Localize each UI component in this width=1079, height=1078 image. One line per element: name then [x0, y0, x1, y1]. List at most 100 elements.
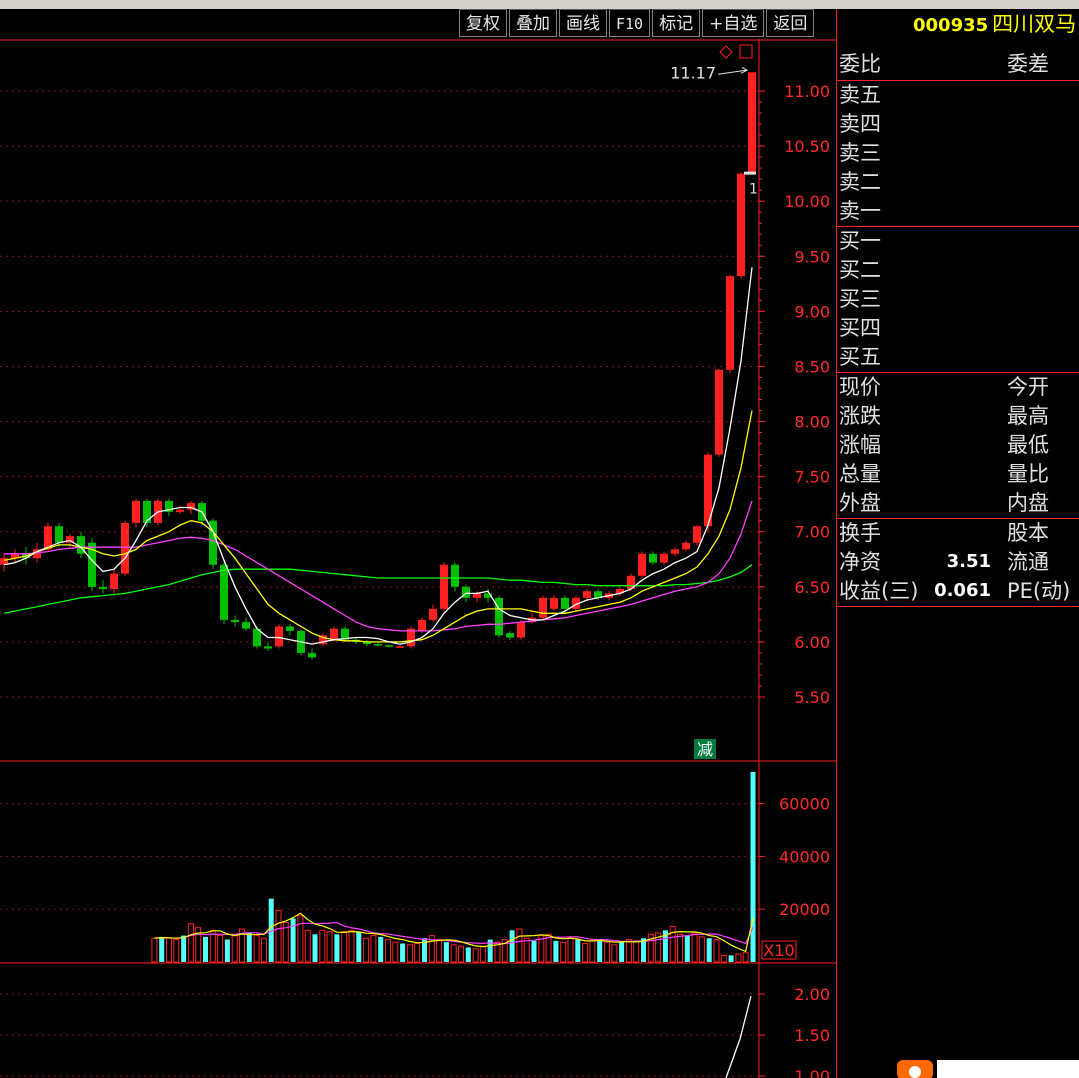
buy-5-row: 买五 — [839, 343, 1077, 371]
volume-bar — [400, 943, 406, 962]
volume-bar — [209, 929, 216, 963]
volume-bar — [713, 939, 720, 963]
volume-bar — [523, 937, 530, 963]
total-volume-label: 总量 — [839, 462, 881, 486]
volume-bar — [625, 939, 632, 963]
candle-body — [506, 633, 514, 638]
volume-bar — [750, 771, 756, 962]
mark-button[interactable]: 标记 — [652, 9, 701, 37]
sell-5-row: 卖五 — [839, 81, 1077, 109]
indicator-tick-label: 2.00 — [794, 985, 830, 1004]
volume-bar — [633, 940, 640, 963]
f10-button[interactable]: F10 — [609, 9, 651, 37]
inner-label: 内盘 — [1007, 491, 1049, 515]
volume-bar — [414, 943, 421, 963]
price-tick-label: 11.00 — [784, 82, 830, 101]
chart-toolbar: 复权 叠加 画线 F10 标记 +自选 返回 — [459, 9, 816, 39]
eps-value: 0.061 — [934, 580, 991, 601]
multiplier-label: X10 — [763, 941, 794, 960]
price-tick-label: 9.00 — [794, 302, 830, 321]
candle-body — [231, 619, 239, 623]
candle-body — [418, 619, 426, 631]
back-button[interactable]: 返回 — [766, 9, 815, 37]
candle-body — [473, 593, 481, 598]
volume-bar — [728, 955, 734, 962]
volume-bar — [589, 940, 596, 963]
volume-bar — [706, 938, 712, 962]
outer-label: 外盘 — [839, 491, 881, 515]
open-label: 今开 — [1007, 375, 1049, 399]
candle-body — [242, 622, 250, 629]
candle-body — [220, 564, 228, 620]
volume-tick-label: 60000 — [779, 795, 830, 814]
volume-bar — [348, 929, 355, 963]
candle-body — [737, 173, 745, 277]
turnover-label: 换手 — [839, 521, 881, 545]
volume-bar — [619, 942, 625, 962]
volume-bar — [260, 937, 267, 963]
volume-bar — [378, 936, 384, 962]
candle-body — [275, 626, 283, 647]
add-watchlist-button[interactable]: +自选 — [702, 9, 765, 37]
volume-bar — [363, 937, 370, 963]
price-tick-label: 8.00 — [794, 413, 830, 432]
candle-body — [440, 564, 448, 609]
price-tick-label: 5.50 — [794, 688, 830, 707]
candle-body — [550, 597, 558, 609]
kline-chart[interactable]: 11.0010.5010.009.509.008.508.007.507.006… — [0, 39, 836, 1078]
candle-body — [539, 597, 547, 618]
price-tick-label: 10.00 — [784, 192, 830, 211]
low-label: 最低 — [1007, 433, 1049, 457]
volume-bar — [246, 932, 252, 962]
volume-bar — [319, 929, 326, 963]
volume-tick-label: 40000 — [779, 847, 830, 866]
candle-body — [649, 553, 657, 563]
volume-bar — [684, 935, 690, 962]
candle-body — [396, 646, 404, 648]
volume-bar — [253, 935, 260, 963]
candle-body — [99, 586, 107, 590]
net-assets-label: 净资 — [839, 550, 881, 574]
buy-3-row: 买三 — [839, 285, 1077, 313]
divider — [837, 606, 1079, 607]
candle-body — [110, 573, 118, 590]
candle-body — [660, 553, 668, 563]
overlay-button[interactable]: 叠加 — [509, 9, 557, 37]
candle-body — [726, 276, 734, 370]
diamond-icon — [719, 45, 733, 59]
volume-bar — [560, 941, 567, 963]
buy-4-row: 买四 — [839, 314, 1077, 342]
chart-area[interactable]: 11.00 10.50 10.00 9.50 9.00 8.50 8.00 7.50 7.00 6… — [0, 39, 836, 1078]
sell-1-label: 卖一 — [839, 199, 881, 223]
indicator-line — [725, 995, 752, 1078]
buy-1-label: 买一 — [839, 229, 881, 253]
volume-bar — [604, 941, 610, 963]
pe-label: PE(动) — [1007, 579, 1071, 603]
volume-bar — [611, 944, 618, 963]
draw-line-button[interactable]: 画线 — [559, 9, 607, 37]
candle-body — [374, 644, 382, 646]
volume-bar — [742, 952, 749, 963]
buy-2-label: 买二 — [839, 258, 881, 282]
sell-3-row: 卖三 — [839, 139, 1077, 167]
fuquan-button[interactable]: 复权 — [459, 9, 507, 37]
price-tick-label: 9.50 — [794, 247, 830, 266]
volume-bar — [582, 943, 589, 963]
buy-5-label: 买五 — [839, 345, 881, 369]
candle-body — [264, 646, 272, 649]
candle-body — [561, 597, 569, 609]
volume-bar — [181, 935, 187, 962]
volume-bar — [151, 937, 158, 963]
volume-bar — [187, 923, 194, 963]
volume-bar — [553, 940, 559, 962]
volume-bar — [304, 929, 311, 963]
volume-bar — [231, 935, 238, 963]
indicator-tick-label: 1.50 — [794, 1026, 830, 1045]
volume-bar — [735, 953, 742, 963]
eps-label: 收益(三) — [839, 579, 919, 603]
candle-body — [330, 628, 338, 640]
volume-bar — [203, 936, 208, 962]
weicha-label: 委差 — [1007, 52, 1049, 76]
stat-row-1: 现价 今开 — [839, 373, 1077, 401]
sogou-ime-toolbar-icon[interactable] — [897, 1058, 1079, 1078]
